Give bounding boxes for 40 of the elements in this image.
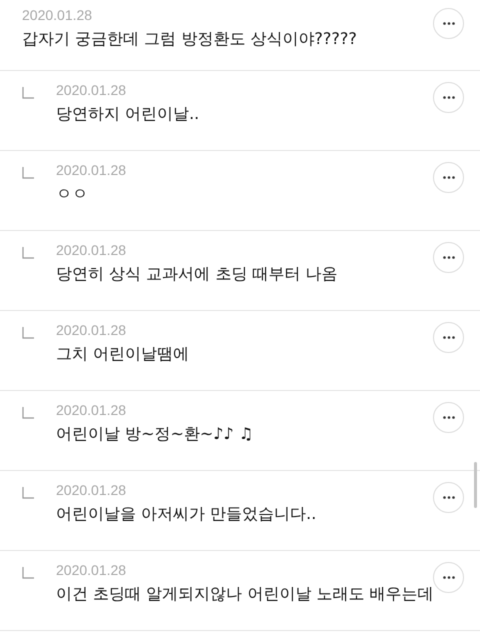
more-icon — [442, 416, 454, 419]
more-icon — [442, 96, 454, 99]
reply-icon — [22, 407, 34, 419]
more-button[interactable] — [433, 402, 464, 433]
more-button[interactable] — [433, 562, 464, 593]
comment-date: 2020.01.28 — [56, 321, 128, 340]
reply-icon — [22, 247, 34, 259]
comment-date: 2020.01.28 — [56, 81, 128, 100]
more-icon — [442, 22, 454, 25]
more-button[interactable] — [433, 8, 464, 39]
comment-date: 2020.01.28 — [56, 481, 128, 500]
reply-icon — [22, 167, 34, 179]
more-button[interactable] — [433, 242, 464, 273]
more-icon — [442, 336, 454, 339]
comment-text: 어린이날을 아저씨가 만들었습니다.. — [56, 503, 318, 525]
more-icon — [442, 256, 454, 259]
more-icon — [442, 176, 454, 179]
comment-date: 2020.01.28 — [22, 6, 94, 25]
comment-text: 이건 초딩때 알게되지않나 어린이날 노래도 배우는데 — [56, 583, 433, 605]
more-button[interactable] — [433, 162, 464, 193]
scrollbar[interactable] — [474, 462, 477, 508]
comment-date: 2020.01.28 — [56, 161, 128, 180]
comment-text: 갑자기 궁금한데 그럼 방정환도 상식이야????? — [22, 28, 358, 50]
comment-text: 어린이날 방~정~환~♪♪ ♫ — [56, 423, 254, 445]
comment-text: 당연하지 어린이날.. — [56, 103, 200, 125]
comment-text: 그치 어린이날땜에 — [56, 343, 190, 365]
more-button[interactable] — [433, 482, 464, 513]
more-icon — [442, 576, 454, 579]
reply-icon — [22, 327, 34, 339]
comment-date: 2020.01.28 — [56, 401, 128, 420]
comment-text: ㅇㅇ — [56, 183, 89, 205]
comment-date: 2020.01.28 — [56, 241, 128, 260]
more-button[interactable] — [433, 322, 464, 353]
comment-text: 당연히 상식 교과서에 초딩 때부터 나옴 — [56, 263, 338, 285]
more-button[interactable] — [433, 82, 464, 113]
more-icon — [442, 496, 454, 499]
reply-icon — [22, 567, 34, 579]
reply-icon — [22, 487, 34, 499]
comment-date: 2020.01.28 — [56, 561, 128, 580]
reply-icon — [22, 87, 34, 99]
